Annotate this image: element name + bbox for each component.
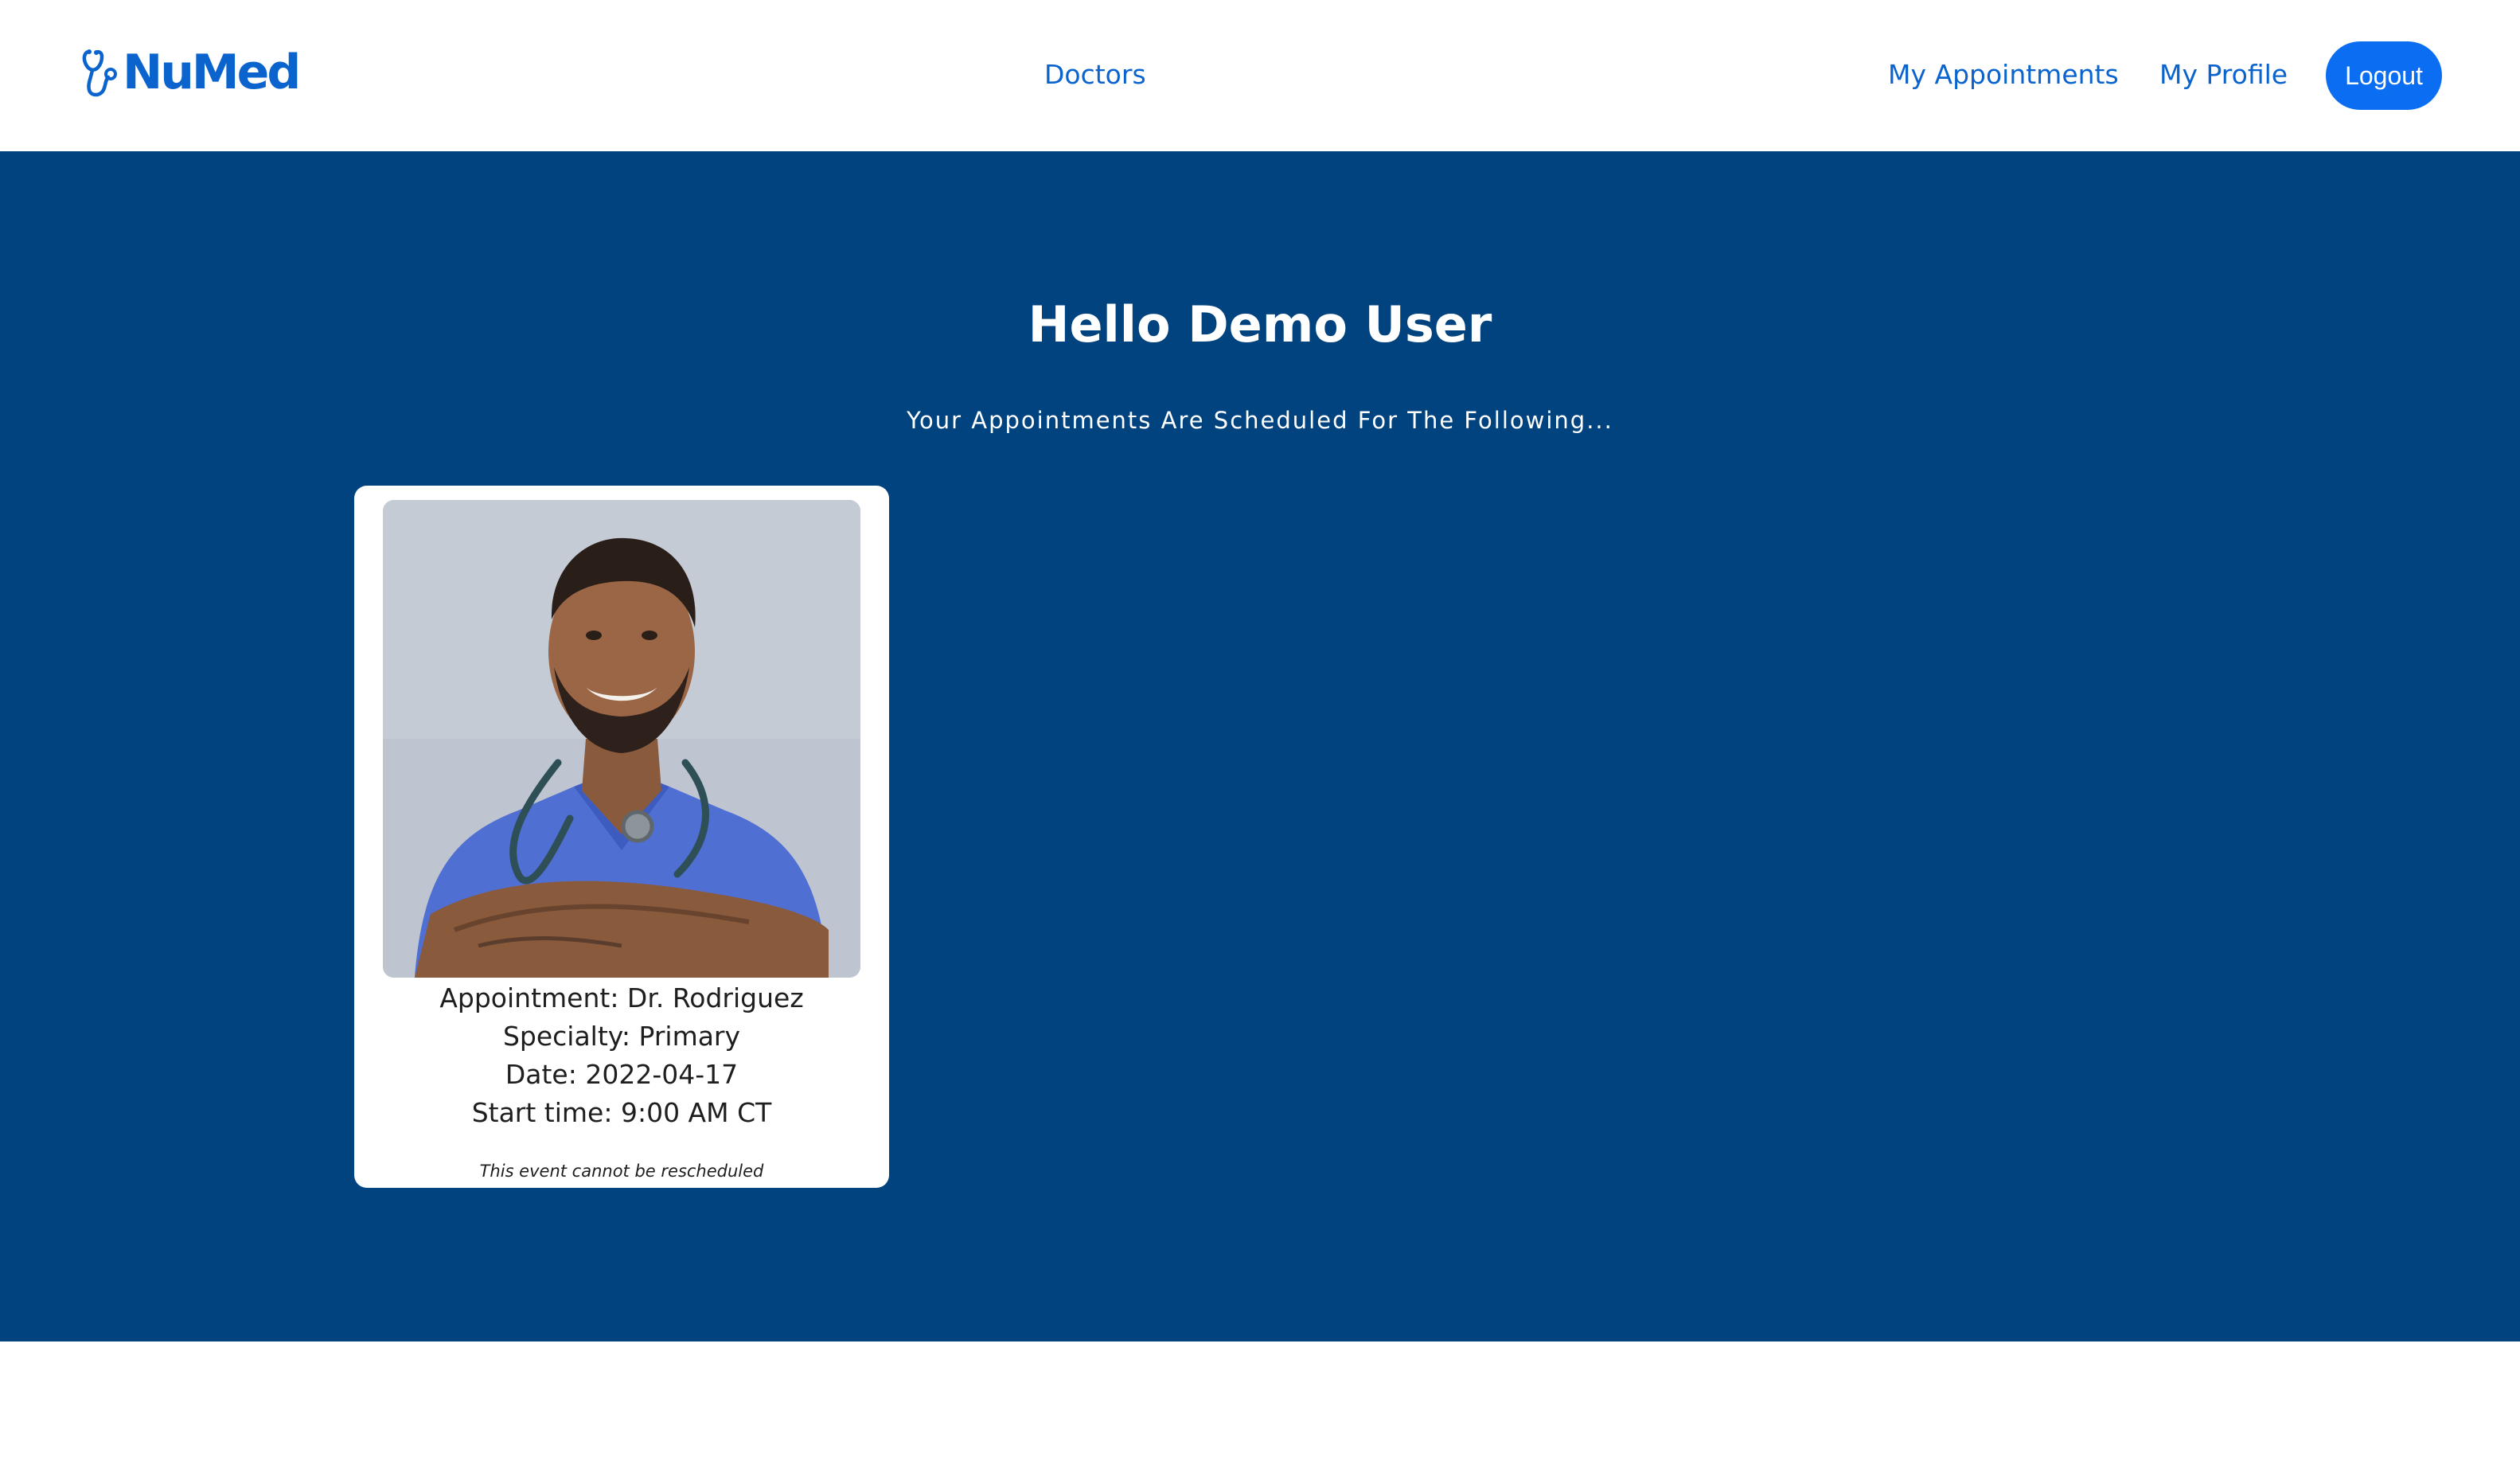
greeting-title: Hello Demo User (1028, 295, 1492, 353)
doctor-photo (383, 500, 860, 978)
numed-logo[interactable]: NuMed (81, 45, 301, 100)
nav-my-appointments-link[interactable]: My Appointments (1888, 51, 2119, 99)
reschedule-note: This event cannot be rescheduled (479, 1162, 764, 1181)
greeting-subtitle: Your Appointments Are Scheduled For The … (907, 407, 1613, 434)
nav-doctors-link[interactable]: Doctors (1044, 51, 1146, 99)
appointment-card: Appointment: Dr. Rodriguez Specialty: Pr… (354, 486, 889, 1188)
nav-my-profile-link[interactable]: My Profile (2159, 51, 2288, 99)
stethoscope-icon (82, 49, 117, 97)
doctor-portrait-image (383, 500, 860, 978)
logout-button[interactable]: Logout (2326, 41, 2442, 110)
site-header: NuMed Doctors My Appointments My Profile… (0, 0, 2520, 151)
appointment-specialty: Specialty: Primary (502, 1021, 741, 1052)
appointments-section: Hello Demo User Your Appointments Are Sc… (0, 151, 2520, 1341)
appointment-date: Date: 2022-04-17 (505, 1059, 739, 1090)
appointment-doctor: Appointment: Dr. Rodriguez (439, 982, 804, 1013)
logo-text: NuMed (123, 45, 301, 100)
appointment-start-time: Start time: 9:00 AM CT (471, 1097, 772, 1128)
